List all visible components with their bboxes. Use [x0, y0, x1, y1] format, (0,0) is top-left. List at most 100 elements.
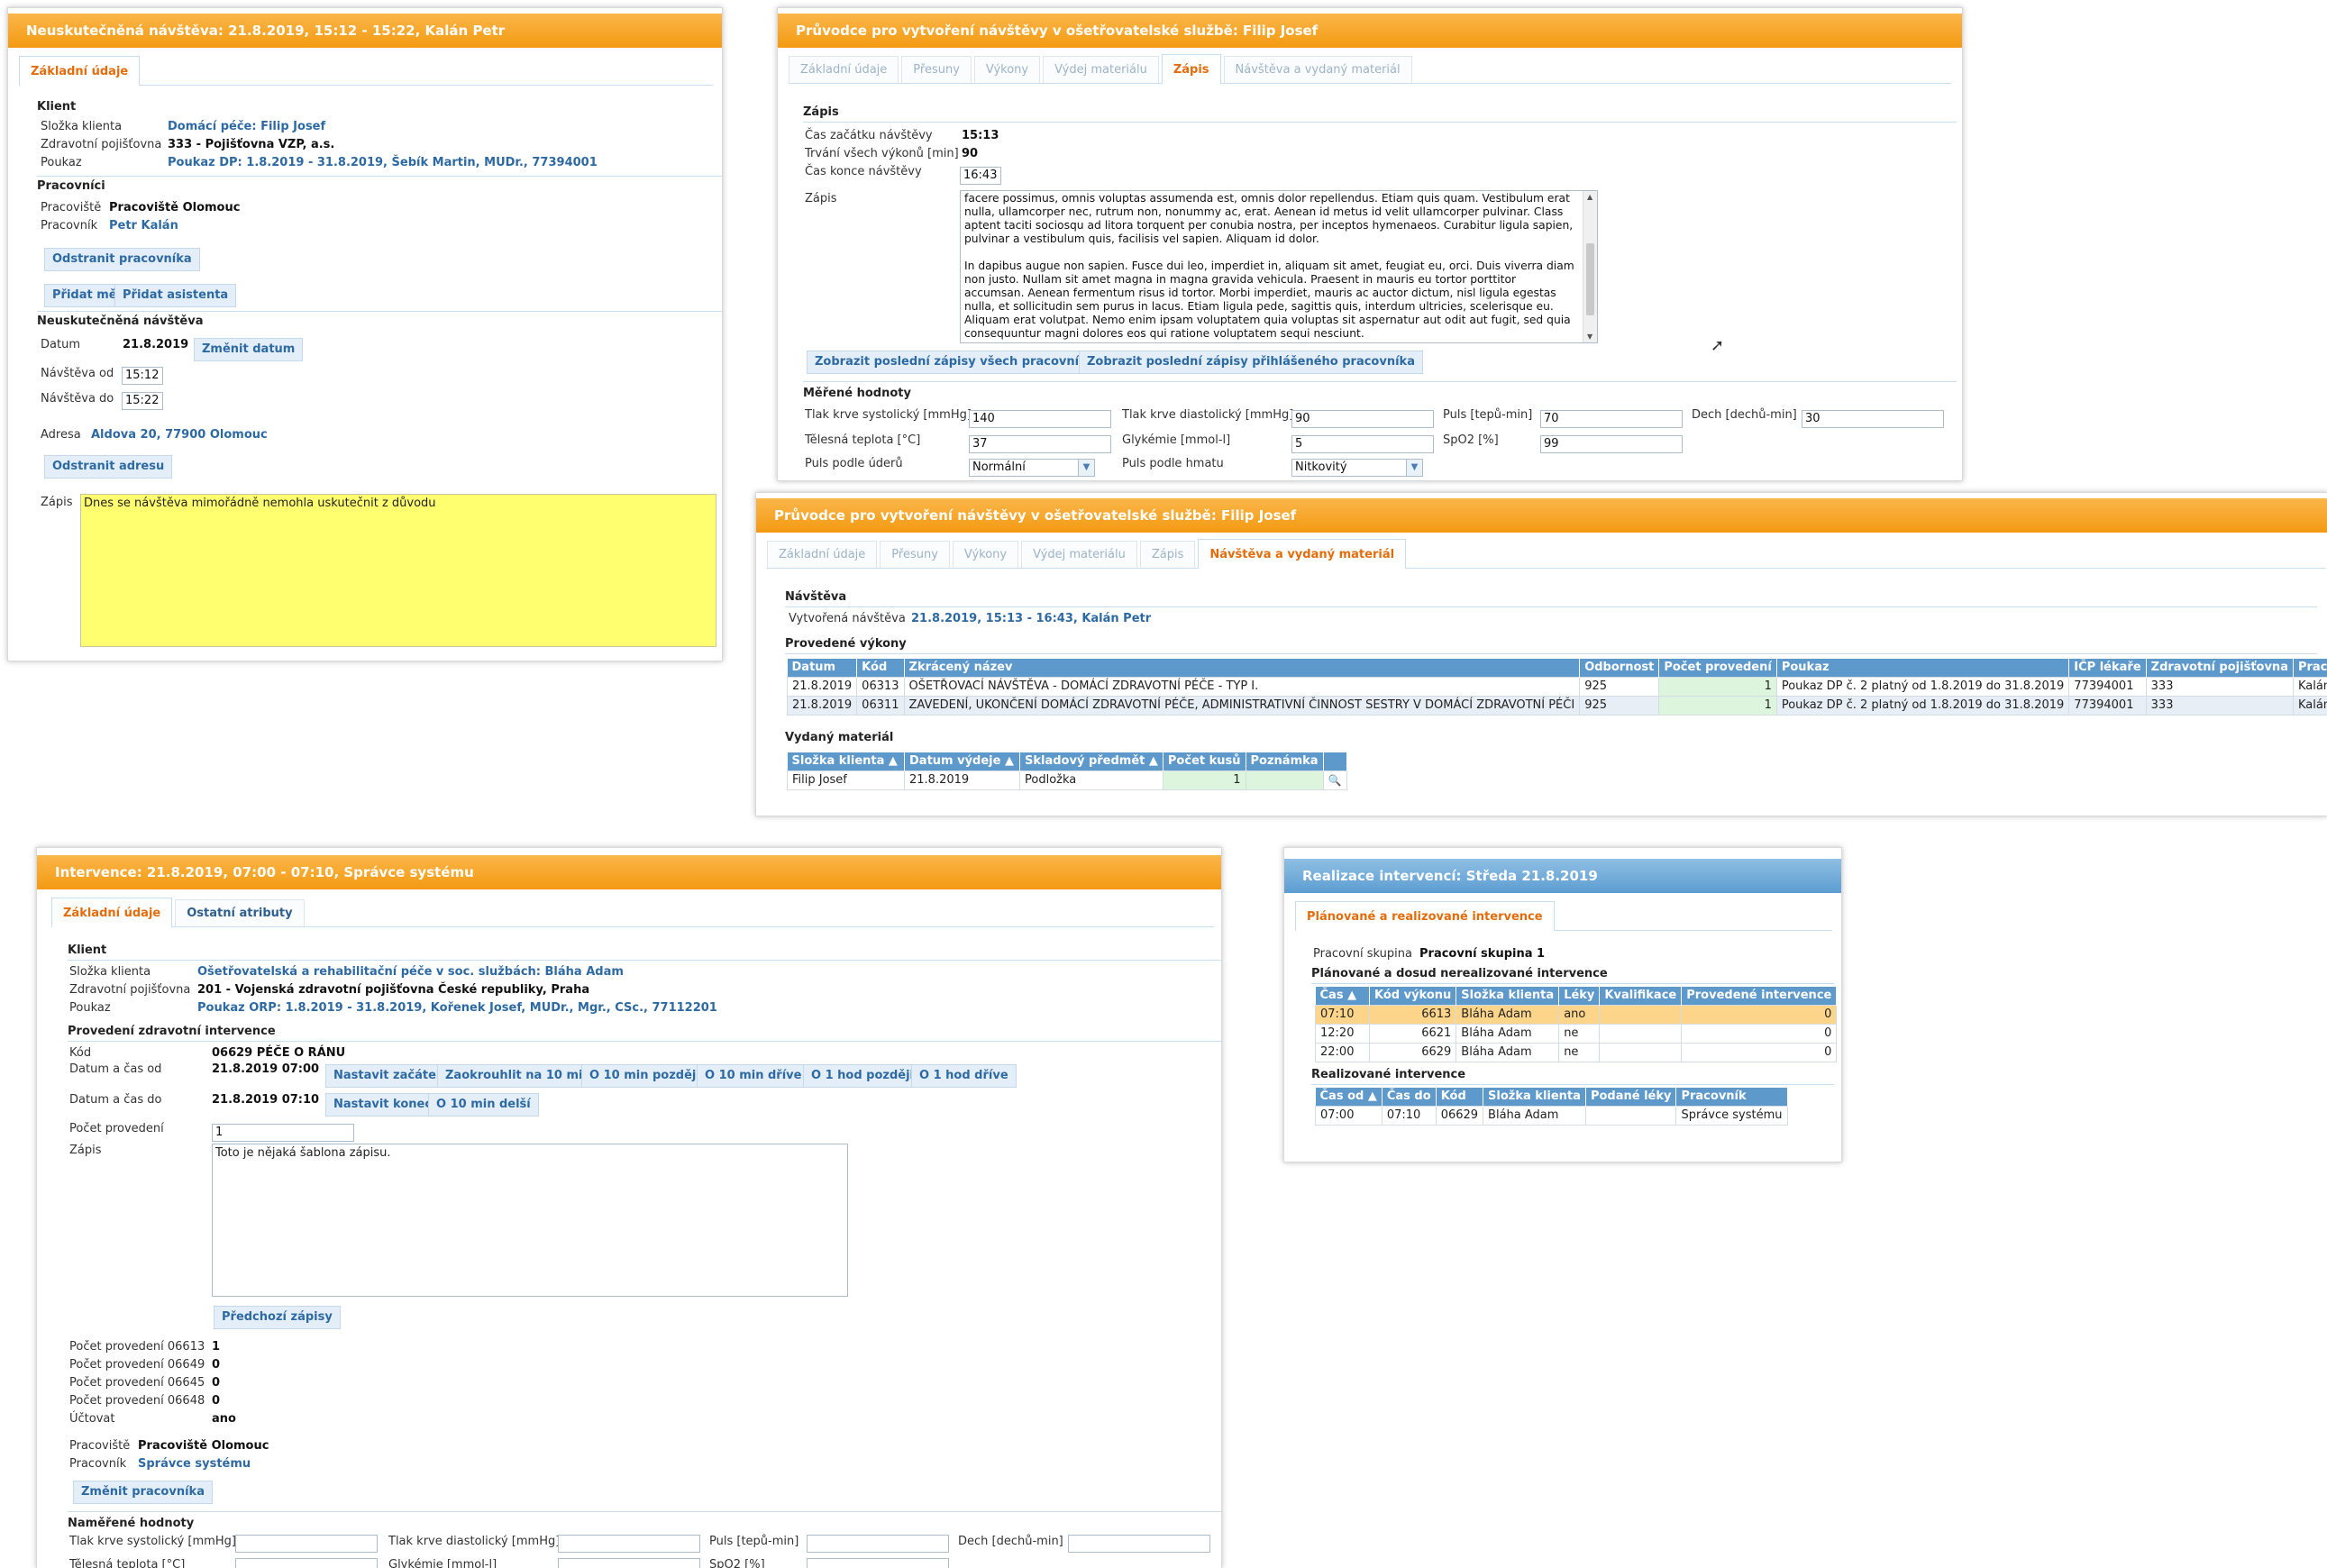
col-predmet[interactable]: Skladový předmět ▲ — [1019, 752, 1164, 770]
tab-zakladni-udaje[interactable]: Základní údaje — [51, 898, 173, 927]
col-slozka[interactable]: Složka klienta — [1456, 987, 1560, 1005]
tab-zapis[interactable]: Zápis — [1161, 54, 1221, 84]
col-leky[interactable]: Podané léky — [1585, 1088, 1677, 1106]
scroll-down-icon[interactable]: ▼ — [1587, 333, 1592, 341]
note-textarea[interactable]: Dnes se návštěva mimořádně nemohla uskut… — [80, 494, 716, 647]
cell-pocet-kusu[interactable]: 1 — [1162, 770, 1246, 790]
magnifier-icon[interactable]: 🔍 — [1322, 770, 1347, 790]
pulse-touch-select[interactable]: Nitkovitý ▼ — [1291, 459, 1423, 477]
temperature-input[interactable] — [235, 1558, 378, 1568]
link-adresa[interactable]: Aldova 20, 77900 Olomouc — [91, 428, 268, 442]
tab-vykony[interactable]: Výkony — [952, 541, 1019, 568]
table-row[interactable]: 12:20 6621 Bláha Adam ne 0 — [1315, 1023, 1838, 1044]
cell-provedene[interactable]: 0 — [1681, 1004, 1838, 1025]
tab-planovane-realizovane[interactable]: Plánované a realizované intervence — [1295, 901, 1555, 931]
show-my-notes-button[interactable]: Zobrazit poslední zápisy přihlášeného pr… — [1079, 351, 1423, 374]
cell-pocet[interactable]: 1 — [1658, 676, 1777, 697]
remove-address-button[interactable]: Odstranit adresu — [44, 455, 173, 479]
pulse-input[interactable]: 70 — [1540, 410, 1683, 428]
plus-10-button[interactable]: O 10 min později — [581, 1064, 708, 1088]
table-row[interactable]: 22:00 6629 Bláha Adam ne 0 — [1315, 1042, 1838, 1062]
scroll-up-icon[interactable]: ▲ — [1587, 193, 1592, 201]
time-to-input[interactable]: 15:22 — [122, 392, 163, 410]
col-slozka[interactable]: Složka klienta — [1483, 1088, 1586, 1106]
tab-vydej-materialu[interactable]: Výdej materiálu — [1021, 541, 1137, 568]
col-datum[interactable]: Datum — [787, 659, 858, 677]
round-10-button[interactable]: Zaokrouhlit na 10 min — [437, 1064, 599, 1088]
col-leky[interactable]: Léky — [1558, 987, 1601, 1005]
cell-poznamka[interactable] — [1245, 770, 1324, 790]
col-kvalifikace[interactable]: Kvalifikace — [1599, 987, 1683, 1005]
col-pocet-kusu[interactable]: Počet kusů — [1163, 752, 1246, 770]
link-pracovnik[interactable]: Správce systému — [138, 1457, 251, 1471]
systolic-input[interactable]: 140 — [969, 410, 1111, 428]
add-assistant-button[interactable]: Přidat asistenta — [114, 284, 237, 307]
link-poukaz[interactable]: Poukaz DP: 1.8.2019 - 31.8.2019, Šebík M… — [168, 156, 598, 169]
table-row[interactable]: 21.8.2019 06313 OŠETŘOVACÍ NÁVŠTĚVA - DOMÁ… — [786, 676, 2327, 697]
chevron-down-icon[interactable]: ▼ — [1406, 460, 1422, 476]
col-pracovnik[interactable]: Pracovník — [2293, 659, 2327, 677]
table-row[interactable]: Filip Josef 21.8.2019 Podložka 1 🔍 — [787, 770, 1347, 790]
col-poznamka[interactable]: Poznámka — [1246, 752, 1324, 770]
col-cas-do[interactable]: Čas do — [1382, 1088, 1437, 1106]
cell-provedene[interactable]: 0 — [1681, 1042, 1838, 1062]
breath-input[interactable]: 30 — [1802, 410, 1944, 428]
tab-zakladni-udaje[interactable]: Základní údaje — [789, 56, 899, 83]
cell-pocet[interactable]: 1 — [1658, 695, 1777, 716]
plus-1h-button[interactable]: O 1 hod později — [803, 1064, 923, 1088]
diastolic-input[interactable]: 90 — [1291, 410, 1434, 428]
col-pocet[interactable]: Počet provedení — [1658, 659, 1777, 677]
link-slozka-klienta[interactable]: Ošetřovatelská a rehabilitační péče v so… — [197, 965, 624, 979]
tab-presuny[interactable]: Přesuny — [880, 541, 950, 568]
tab-navsteva-material[interactable]: Návštěva a vydaný materiál — [1198, 539, 1407, 569]
scroll-thumb[interactable] — [1586, 243, 1594, 315]
chevron-down-icon[interactable]: ▼ — [1078, 460, 1094, 476]
link-vytvorena-navsteva[interactable]: 21.8.2019, 15:13 - 16:43, Kalán Petr — [911, 612, 1151, 625]
table-row[interactable]: 07:00 07:10 06629 Bláha Adam Správce systému — [1315, 1105, 1788, 1126]
set-end-button[interactable]: Nastavit konec — [325, 1093, 441, 1117]
col-cas[interactable]: Čas ▲ — [1315, 987, 1370, 1005]
glycemia-input[interactable] — [558, 1558, 700, 1568]
link-poukaz[interactable]: Poukaz ORP: 1.8.2019 - 31.8.2019, Kořene… — [197, 1001, 717, 1015]
glycemia-input[interactable]: 5 — [1291, 435, 1434, 453]
col-provedene[interactable]: Provedené intervence — [1681, 987, 1838, 1005]
tab-zapis[interactable]: Zápis — [1139, 541, 1196, 568]
col-datum-vydeje[interactable]: Datum výdeje ▲ — [904, 752, 1020, 770]
table-row[interactable]: 21.8.2019 06311 ZAVEDENÍ, UKONČENÍ DOMÁCÍ … — [786, 695, 2327, 716]
longer-10-button[interactable]: O 10 min delší — [428, 1093, 539, 1117]
pulse-beat-select[interactable]: Normální ▼ — [969, 459, 1095, 477]
scrollbar[interactable]: ▲ ▼ — [1583, 191, 1597, 342]
col-pracovnik[interactable]: Pracovník — [1675, 1088, 1788, 1106]
tab-navsteva-material[interactable]: Návštěva a vydaný materiál — [1223, 56, 1412, 83]
spo2-input[interactable]: 99 — [1540, 435, 1683, 453]
col-icp[interactable]: IČP lékaře — [2068, 659, 2147, 677]
tab-ostatni-atributy[interactable]: Ostatní atributy — [175, 899, 305, 926]
note-textarea[interactable]: facere possimus, omnis voluptas assumend… — [960, 190, 1598, 343]
end-time-input[interactable]: 16:43 — [960, 167, 1001, 185]
tab-zakladni-udaje[interactable]: Základní údaje — [767, 541, 878, 568]
col-cas-od[interactable]: Čas od ▲ — [1315, 1088, 1383, 1106]
pulse-input[interactable] — [807, 1535, 949, 1553]
remove-worker-button[interactable]: Odstranit pracovníka — [44, 248, 200, 271]
note-textarea[interactable]: Toto je nějaká šablona zápisu. — [212, 1144, 848, 1297]
link-pracovnik[interactable]: Petr Kalán — [109, 219, 178, 232]
tab-vykony[interactable]: Výkony — [973, 56, 1041, 83]
cell-provedene[interactable]: 0 — [1681, 1023, 1838, 1044]
col-slozka[interactable]: Složka klienta ▲ — [787, 752, 905, 770]
temperature-input[interactable]: 37 — [969, 435, 1111, 453]
systolic-input[interactable] — [235, 1535, 378, 1553]
change-date-button[interactable]: Změnit datum — [194, 338, 304, 361]
tab-presuny[interactable]: Přesuny — [901, 56, 972, 83]
breath-input[interactable] — [1068, 1535, 1210, 1553]
table-row[interactable]: 07:10 6613 Bláha Adam ano 0 — [1315, 1004, 1838, 1025]
col-nazev[interactable]: Zkrácený název — [904, 659, 1581, 677]
col-poukaz[interactable]: Poukaz — [1776, 659, 2070, 677]
col-kod[interactable]: Kód — [856, 659, 905, 677]
diastolic-input[interactable] — [558, 1535, 700, 1553]
show-all-notes-button[interactable]: Zobrazit poslední zápisy všech pracovník… — [807, 351, 1103, 374]
time-from-input[interactable]: 15:12 — [122, 367, 163, 385]
link-slozka-klienta[interactable]: Domácí péče: Filip Josef — [168, 120, 325, 133]
spo2-input[interactable] — [807, 1558, 949, 1568]
count-input[interactable]: 1 — [212, 1124, 354, 1142]
col-kod[interactable]: Kód výkonu — [1369, 987, 1457, 1005]
